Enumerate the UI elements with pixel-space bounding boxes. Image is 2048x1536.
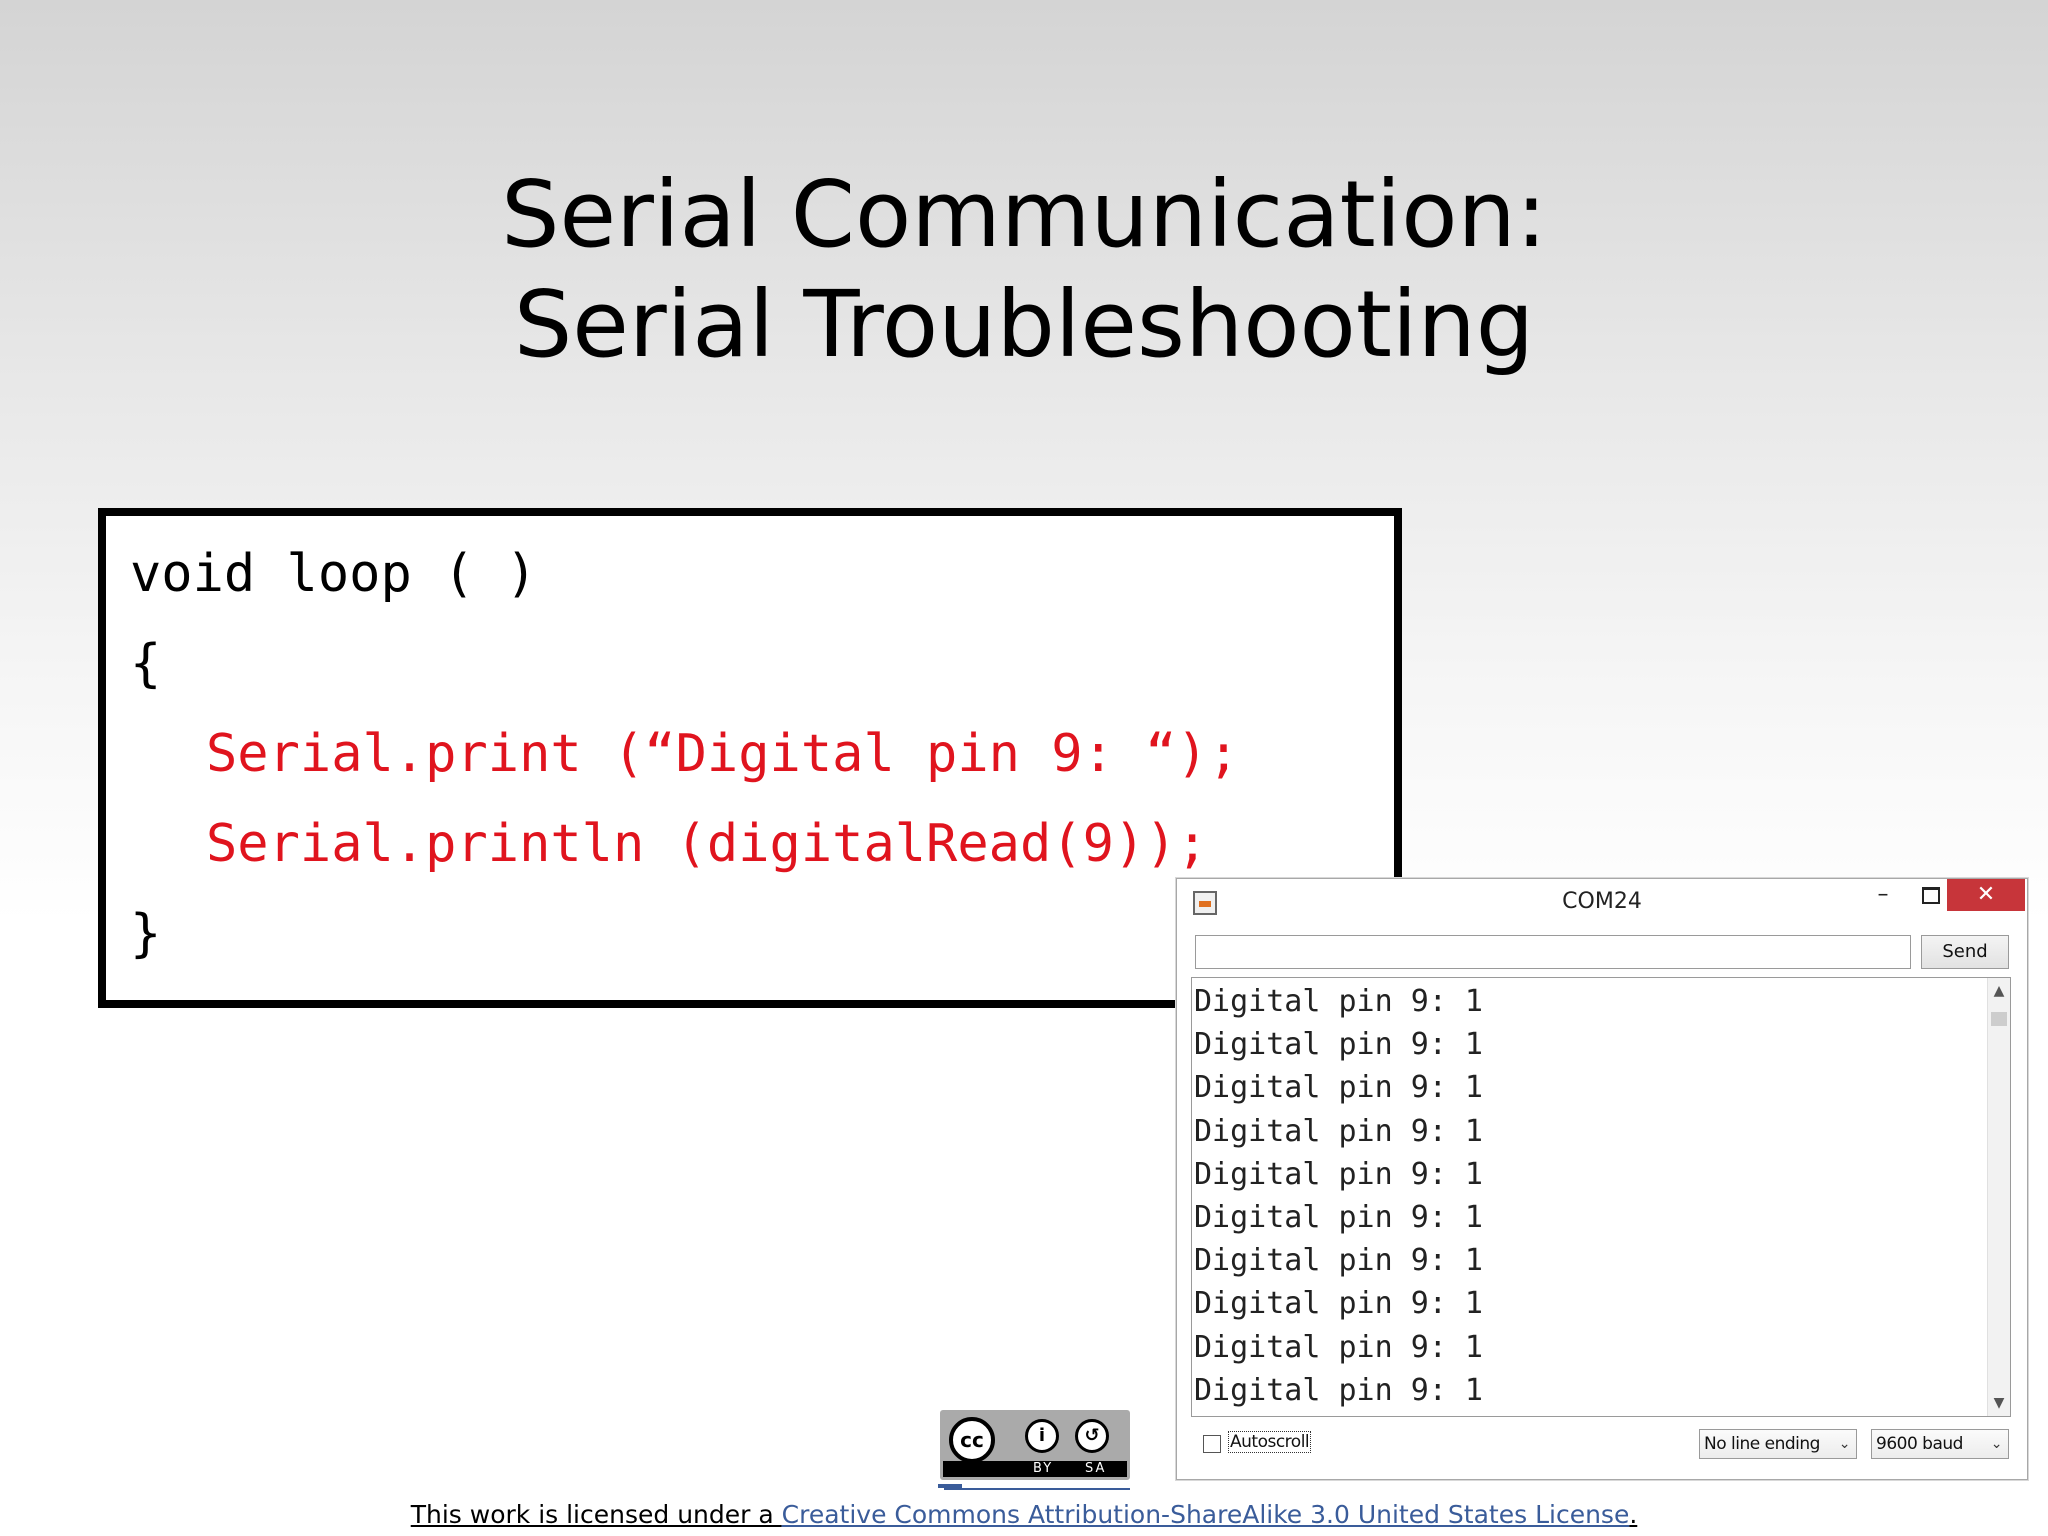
code-line-2: { — [130, 634, 162, 694]
license-suffix: . — [1629, 1500, 1638, 1529]
window-titlebar[interactable]: COM24 – ✕ — [1177, 879, 2027, 927]
code-line-5: } — [130, 904, 162, 964]
line-ending-select[interactable]: No line ending ⌄ — [1699, 1429, 1857, 1459]
scroll-thumb[interactable] — [1991, 1012, 2007, 1026]
serial-input[interactable] — [1195, 935, 1911, 969]
serial-monitor-window: COM24 – ✕ Send Digital pin 9: 1 Digital p… — [1176, 878, 2028, 1480]
baud-rate-value: 9600 baud — [1876, 1434, 1963, 1454]
output-line: Digital pin 9: 1 — [1194, 1070, 1483, 1106]
cc-sa-label: SA — [1085, 1461, 1107, 1476]
license-text: This work is licensed under a Creative C… — [0, 1500, 2048, 1529]
close-icon: ✕ — [1976, 882, 1996, 907]
cc-license-badge[interactable]: cc i ↺ BY SA — [940, 1410, 1130, 1480]
chevron-down-icon: ⌄ — [1990, 1436, 2003, 1452]
share-alike-icon: ↺ — [1075, 1419, 1109, 1453]
code-line-3: Serial.print (“Digital pin 9: “); — [206, 724, 1240, 784]
output-line: Digital pin 9: 1 — [1194, 1372, 1483, 1408]
cc-badge-labels: BY SA — [1023, 1461, 1123, 1477]
slide-title: Serial Communication: Serial Troubleshoo… — [0, 160, 2048, 380]
output-line: Digital pin 9: 1 — [1194, 1329, 1483, 1365]
minimize-button[interactable]: – — [1861, 879, 1905, 911]
vertical-scrollbar[interactable]: ▲ ▼ — [1987, 978, 2010, 1416]
output-line: Digital pin 9: 1 — [1194, 1243, 1483, 1279]
output-line: Digital pin 9: 1 — [1194, 1113, 1483, 1149]
line-ending-value: No line ending — [1704, 1434, 1820, 1454]
output-line: Digital pin 9: 1 — [1194, 984, 1483, 1019]
output-line: Digital pin 9: 1 — [1194, 1027, 1483, 1063]
output-line: Digital pin 9: 1 — [1194, 1286, 1483, 1322]
output-line: Digital pin 9: 1 — [1194, 1200, 1483, 1235]
title-line-2: Serial Troubleshooting — [513, 271, 1535, 378]
cc-logo-icon: cc — [949, 1417, 995, 1463]
baud-rate-select[interactable]: 9600 baud ⌄ — [1871, 1429, 2009, 1459]
license-prefix: This work is licensed under a — [410, 1500, 782, 1529]
chevron-down-icon: ⌄ — [1838, 1436, 1851, 1452]
scroll-up-icon[interactable]: ▲ — [1988, 980, 2010, 1002]
attribution-icon: i — [1025, 1419, 1059, 1453]
scroll-down-icon[interactable]: ▼ — [1988, 1392, 2010, 1414]
serial-output[interactable]: Digital pin 9: 1 Digital pin 9: 1 Digital … — [1191, 977, 2011, 1417]
autoscroll-label[interactable]: Autoscroll — [1227, 1431, 1312, 1453]
close-button[interactable]: ✕ — [1947, 879, 2025, 911]
cc-by-label: BY — [1033, 1461, 1054, 1476]
badge-underline — [944, 1488, 1130, 1490]
license-link[interactable]: Creative Commons Attribution-ShareAlike … — [782, 1500, 1630, 1529]
minimize-icon: – — [1877, 882, 1889, 907]
code-line-1: void loop ( ) — [130, 544, 537, 604]
code-line-4: Serial.println (digitalRead(9)); — [206, 814, 1208, 874]
title-line-1: Serial Communication: — [501, 161, 1547, 268]
autoscroll-checkbox[interactable] — [1203, 1435, 1221, 1453]
maximize-icon — [1922, 886, 1940, 904]
send-button[interactable]: Send — [1921, 935, 2009, 969]
output-line: Digital pin 9: 1 — [1194, 1156, 1483, 1192]
